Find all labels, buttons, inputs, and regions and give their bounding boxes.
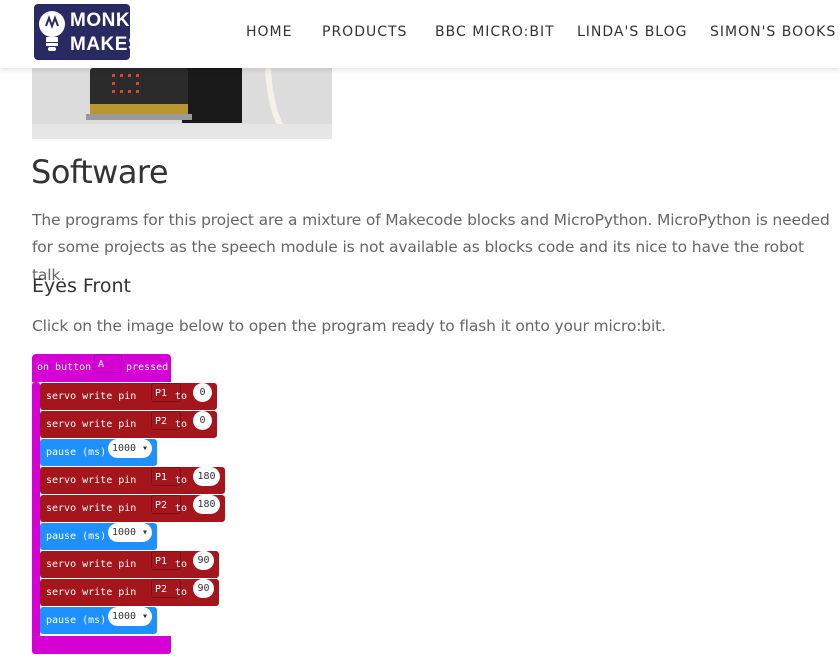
servo-label: servo write pin (46, 391, 137, 402)
value-field: 90 (193, 579, 214, 598)
page-title: Software (31, 153, 169, 191)
makecode-program-image[interactable]: on button A pressed servo write pin P1 t… (32, 354, 232, 656)
servo-block-3: servo write pin P1 to 180 (40, 467, 225, 494)
value-field: 90 (193, 551, 214, 570)
event-block-footer (32, 636, 171, 654)
microbit-robot-image (32, 68, 332, 139)
pause-label: pause (ms) (46, 615, 107, 626)
to-label: to (175, 587, 188, 598)
event-block-body (32, 382, 40, 638)
servo-block-1: servo write pin P1 to 0 (40, 383, 217, 410)
pause-value: 1000 ▾ (108, 607, 152, 626)
to-label: to (175, 419, 188, 430)
pause-block-1: pause (ms) 1000 ▾ (40, 439, 157, 466)
nav-simons-books[interactable]: SIMON'S BOOKS (710, 24, 836, 40)
pause-label: pause (ms) (46, 531, 107, 542)
site-header: MONK MAKES HOME PRODUCTS BBC MICRO:BIT L… (0, 0, 840, 68)
servo-block-5: servo write pin P1 to 90 (40, 551, 219, 578)
servo-block-4: servo write pin P2 to 180 (40, 495, 225, 522)
pause-value: 1000 ▾ (108, 523, 152, 542)
event-prefix: on button (37, 362, 92, 373)
nav-bbc-microbit[interactable]: BBC MICRO:BIT (435, 24, 555, 40)
nav-lindas-blog[interactable]: LINDA'S BLOG (577, 24, 687, 40)
on-button-pressed-block: on button A pressed (32, 354, 171, 382)
servo-label: servo write pin (46, 559, 137, 570)
servo-label: servo write pin (46, 503, 137, 514)
pause-block-3: pause (ms) 1000 ▾ (40, 607, 157, 634)
value-field: 0 (193, 411, 212, 430)
servo-block-6: servo write pin P2 to 90 (40, 579, 219, 606)
intro-line-1: The programs for this project are a mixt… (32, 211, 830, 229)
pause-value: 1000 ▾ (108, 439, 152, 458)
servo-label: servo write pin (46, 475, 137, 486)
servo-label: servo write pin (46, 587, 137, 598)
to-label: to (175, 475, 188, 486)
nav-home[interactable]: HOME (246, 24, 292, 40)
to-label: to (175, 503, 188, 514)
pause-block-2: pause (ms) 1000 ▾ (40, 523, 157, 550)
value-field: 180 (193, 467, 220, 486)
button-dropdown: A (94, 354, 122, 373)
nav-products[interactable]: PRODUCTS (322, 24, 407, 40)
to-label: to (175, 391, 188, 402)
robot-photo (32, 68, 332, 139)
instruction-text: Click on the image below to open the pro… (32, 317, 666, 335)
intro-line-2: for some projects as the speech module i… (32, 238, 804, 284)
event-suffix: pressed (126, 362, 169, 373)
servo-block-2: servo write pin P2 to 0 (40, 411, 217, 438)
pause-label: pause (ms) (46, 447, 107, 458)
servo-label: servo write pin (46, 419, 137, 430)
value-field: 180 (193, 495, 220, 514)
to-label: to (175, 559, 188, 570)
main-nav: HOME PRODUCTS BBC MICRO:BIT LINDA'S BLOG… (0, 24, 840, 44)
section-heading: Eyes Front (32, 275, 131, 297)
value-field: 0 (193, 383, 212, 402)
